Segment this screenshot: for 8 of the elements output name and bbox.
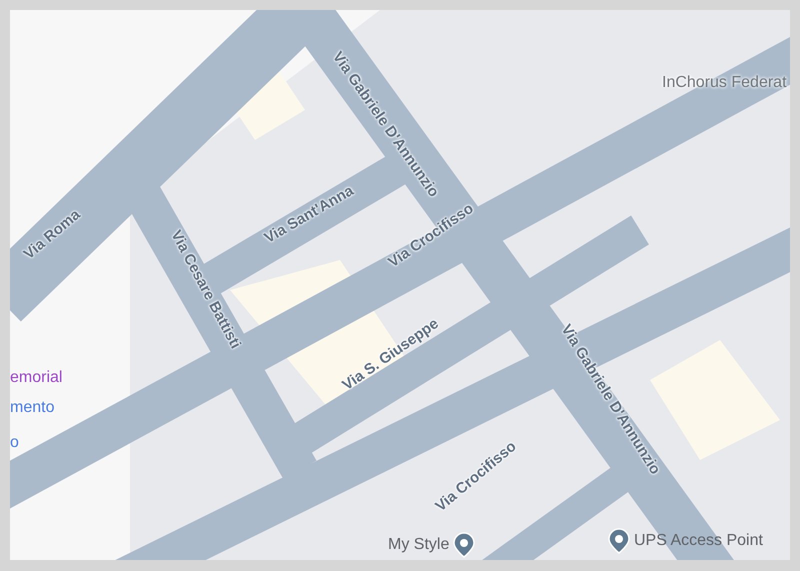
place-label: My Style <box>388 537 450 553</box>
map-pin-icon[interactable] <box>453 532 476 558</box>
place-label: UPS Access Point <box>634 533 763 549</box>
map-pin-icon[interactable] <box>608 528 630 554</box>
place-label: mento <box>10 400 54 416</box>
place-label: o <box>10 435 19 451</box>
place-label: emorial <box>10 370 62 386</box>
place-label: InChorus Federat <box>662 75 787 91</box>
